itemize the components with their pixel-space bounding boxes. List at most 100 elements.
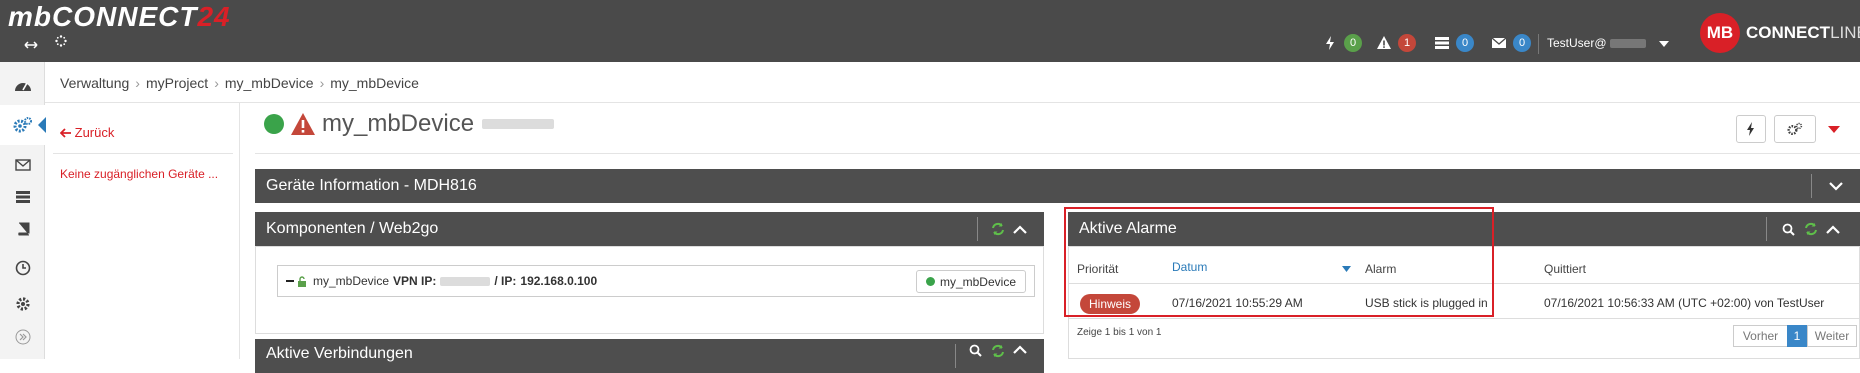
top-bar: mbCONNECT24 0 1 0 0 TestUser@ MB CONNECT… [0,0,1860,62]
sidebar-item-dashboard[interactable] [0,65,45,105]
page-title: my_mbDevice [264,108,555,140]
chevron-down-icon [1659,40,1670,47]
settings-button[interactable] [1774,115,1816,143]
logo-accent: 24 [197,1,231,32]
refresh-button[interactable] [991,212,1005,246]
dropdown-caret-icon[interactable] [1828,126,1840,133]
sidebar [0,62,46,359]
sidebar-item-book[interactable] [0,209,45,249]
divider [1068,283,1860,284]
priority-badge: Hinweis [1080,294,1141,314]
stat-messages-count: 0 [1513,34,1531,52]
alarms-panel-header: Aktive Alarme [1068,212,1860,246]
device-connect-button[interactable]: my_mbDevice [915,270,1026,293]
panel-title: Komponenten / Web2go [266,220,439,237]
stat-events-count: 0 [1344,34,1362,52]
sidebar-item-history[interactable] [0,248,45,288]
refresh-button[interactable] [991,339,1005,373]
components-panel-header: Komponenten / Web2go [255,212,1044,246]
breadcrumb-item[interactable]: Verwaltung [60,75,129,91]
user-menu[interactable]: TestUser@ [1547,36,1670,50]
breadcrumb-item-current: my_mbDevice [330,75,419,91]
app-logo[interactable]: mbCONNECT24 [8,2,231,32]
device-connect-label: my_mbDevice [939,274,1016,289]
gear-icon [15,297,30,311]
lightning-icon [1322,35,1340,51]
pagination-info: Zeige 1 bis 1 von 1 [1077,327,1162,338]
column-header-acknowledged[interactable]: Quittiert [1544,262,1586,276]
vpn-ip-label: VPN IP: [393,274,437,288]
stat-devices-count: 0 [1456,34,1474,52]
envelope-icon [1491,35,1509,51]
logo-main: mbCONNECT [8,1,198,32]
events-button[interactable] [1736,115,1766,143]
alarm-ack: 07/16/2021 10:56:33 AM (UTC +02:00) von … [1544,296,1825,310]
expand-button[interactable] [1829,169,1843,203]
online-status-icon [264,114,284,134]
stat-devices[interactable]: 0 [1434,33,1474,53]
column-header-priority[interactable]: Priorität [1077,262,1118,276]
breadcrumb-item[interactable]: my_mbDevice [225,75,314,91]
brand-logo: MB CONNECTLINE [1700,12,1860,54]
alarm-text: USB stick is plugged in [1365,296,1488,310]
back-link[interactable]: Zurück [59,125,115,140]
connections-panel-header: Aktive Verbindungen [255,339,1044,373]
redacted-text [482,119,555,129]
panel-title: Geräte Information - MDH816 [266,177,477,194]
book-icon [17,222,29,236]
redacted-text [440,276,491,286]
divider [977,217,978,241]
panel-title: Aktive Verbindungen [266,345,413,362]
device-list-panel: Zurück Keine zugänglichen Geräte ... [45,103,240,359]
unlock-icon [298,275,306,287]
chevron-up-icon [1013,345,1027,354]
empty-devices-text: Keine zugänglichen Geräte ... [60,167,219,181]
collapse-minus-icon[interactable] [286,280,294,282]
brand-circle: MB [1700,13,1740,53]
pagination-page-button[interactable]: 1 [1787,325,1807,347]
loading-spinner-icon [55,34,67,50]
chevron-up-icon [1826,224,1840,234]
search-button[interactable] [969,339,982,373]
device-name: my_mbDevice [322,110,475,137]
warning-icon [291,113,315,135]
refresh-button[interactable] [1804,212,1818,246]
redacted-text [1609,39,1646,49]
chevron-down-icon [1829,181,1843,191]
stat-alarms-count: 1 [1398,34,1416,52]
refresh-icon [992,344,1004,358]
search-button[interactable] [1782,212,1795,246]
divider [45,102,1860,103]
refresh-icon [1805,222,1817,236]
breadcrumb: Verwaltung › myProject › my_mbDevice › my_mbDe… [60,75,419,91]
divider [255,153,1860,154]
column-header-alarm[interactable]: Alarm [1365,262,1396,276]
expand-arrows-icon[interactable] [24,37,38,53]
collapse-button[interactable] [1013,339,1027,373]
sidebar-item-devices[interactable] [0,105,46,145]
divider [1766,217,1767,241]
sidebar-expand-button[interactable] [0,324,45,350]
stat-messages[interactable]: 0 [1491,33,1531,53]
sidebar-item-settings[interactable] [0,284,45,324]
divider [53,153,233,154]
lightning-icon [1747,122,1754,136]
collapse-button[interactable] [1826,212,1840,246]
sort-down-icon[interactable] [1342,266,1351,272]
stat-events[interactable]: 0 [1322,33,1362,53]
collapse-button[interactable] [1013,212,1027,246]
column-header-date[interactable]: Datum [1172,260,1207,274]
ip-value: 192.168.0.100 [520,274,598,288]
back-label: Zurück [74,125,115,140]
search-icon [969,344,982,357]
pagination-next-button[interactable]: Weiter [1807,325,1857,347]
brand-text-thin: LINE [1830,23,1860,42]
breadcrumb-separator: › [135,75,140,91]
pagination-prev-button[interactable]: Vorher [1733,325,1788,347]
device-info-panel-header[interactable]: Geräte Information - MDH816 [255,169,1860,203]
breadcrumb-separator: › [214,75,219,91]
stat-alarms[interactable]: 1 [1376,33,1416,53]
breadcrumb-item[interactable]: myProject [146,75,208,91]
user-name: TestUser@ [1547,36,1607,50]
ip-label: / IP: [494,274,517,288]
